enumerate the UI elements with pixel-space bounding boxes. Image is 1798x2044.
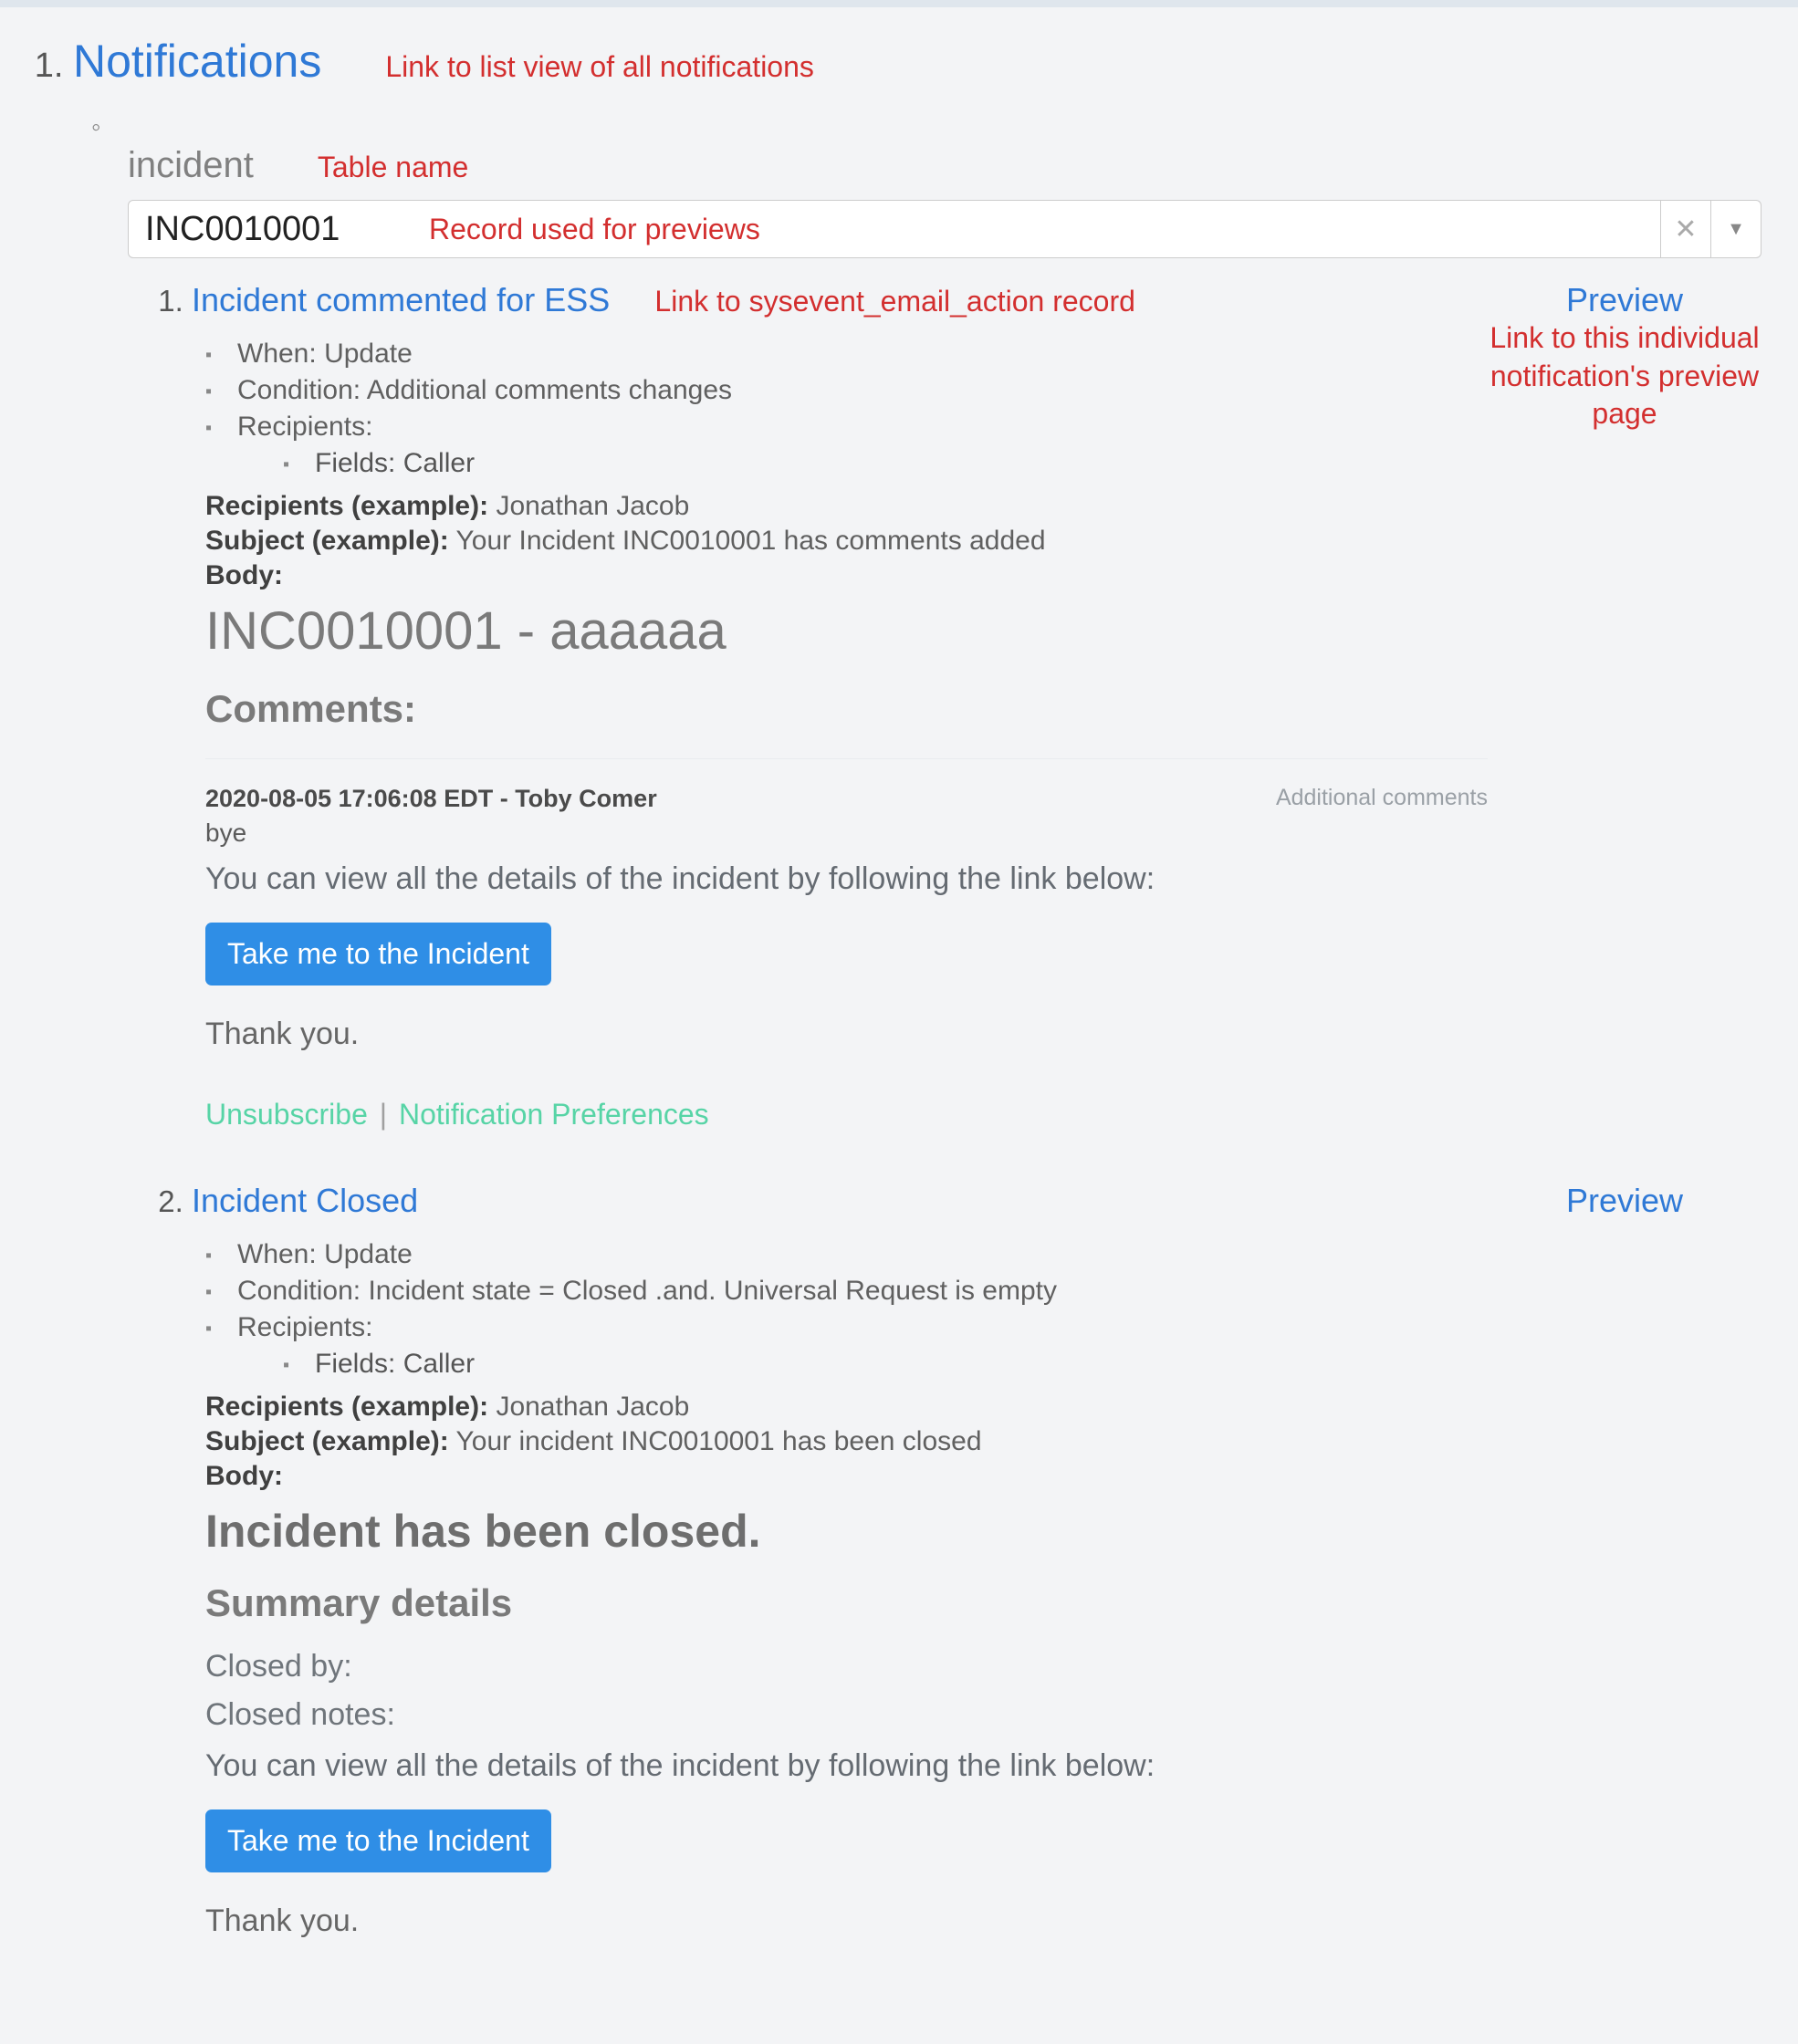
comment-type-tag: Additional comments <box>1276 785 1488 811</box>
unsubscribe-link[interactable]: Unsubscribe <box>205 1098 368 1131</box>
recipient-field: Fields: Caller <box>315 1349 1488 1380</box>
body-label: Body: <box>205 1461 1488 1492</box>
notifications-section: Notifications Link to list view of all n… <box>73 35 1761 1939</box>
recipients-row: Recipients: Fields: Caller <box>237 409 1488 487</box>
closed-by-label: Closed by: <box>205 1649 1488 1684</box>
window-top-border <box>0 0 1798 7</box>
condition-row: Condition: Additional comments changes <box>237 372 1488 409</box>
condition-row: Condition: Incident state = Closed .and.… <box>237 1273 1488 1309</box>
body-label: Body: <box>205 560 1488 591</box>
annotation-sysevent-link: Link to sysevent_email_action record <box>654 285 1135 318</box>
preview-link[interactable]: Preview <box>1488 1182 1761 1220</box>
closed-notes-label: Closed notes: <box>205 1697 1488 1733</box>
email-body-preview: INC0010001 - aaaaaa Comments: 2020-08-05… <box>205 600 1488 1132</box>
recipients-row: Recipients: Fields: Caller <box>237 1309 1488 1388</box>
notifications-list-link[interactable]: Notifications <box>73 35 321 88</box>
body-thankyou: Thank you. <box>205 1903 1488 1939</box>
body-heading: Incident has been closed. <box>205 1505 1488 1558</box>
close-icon: ✕ <box>1674 214 1697 245</box>
body-paragraph: You can view all the details of the inci… <box>205 859 1488 901</box>
email-body-preview: Incident has been closed. Summary detail… <box>205 1505 1488 1939</box>
annotation-table-name: Table name <box>318 151 468 184</box>
chevron-down-icon: ▼ <box>1727 219 1745 239</box>
record-picker-input[interactable] <box>128 200 1661 258</box>
body-thankyou: Thank you. <box>205 1017 1488 1052</box>
when-row: When: Update <box>237 336 1488 372</box>
record-dropdown-button[interactable]: ▼ <box>1711 200 1761 258</box>
notification-title-link[interactable]: Incident commented for ESS <box>192 281 610 318</box>
preview-link[interactable]: Preview <box>1488 281 1761 319</box>
recipients-example: Recipients (example): Jonathan Jacob <box>205 1392 1488 1423</box>
notification-preferences-link[interactable]: Notification Preferences <box>399 1098 709 1131</box>
notification-item: Incident Closed When: Update Condition: … <box>192 1182 1761 1939</box>
table-block: incident Table name Record used for prev… <box>128 106 1761 1939</box>
clear-record-button[interactable]: ✕ <box>1661 200 1711 258</box>
annotation-preview-link: Link to this individual notification's p… <box>1488 319 1761 433</box>
comment-body: bye <box>205 819 1488 848</box>
notification-item: Incident commented for ESS Link to sysev… <box>192 281 1761 1132</box>
subject-example: Subject (example): Your incident INC0010… <box>205 1426 1488 1457</box>
recipients-example: Recipients (example): Jonathan Jacob <box>205 491 1488 522</box>
body-subheading: Comments: <box>205 687 1488 731</box>
take-me-to-incident-button[interactable]: Take me to the Incident <box>205 923 551 986</box>
when-row: When: Update <box>237 1236 1488 1273</box>
body-heading: INC0010001 - aaaaaa <box>205 600 1488 662</box>
subject-example: Subject (example): Your Incident INC0010… <box>205 526 1488 557</box>
annotation-list-link: Link to list view of all notifications <box>385 50 814 84</box>
recipient-field: Fields: Caller <box>315 448 1488 479</box>
comment-meta: 2020-08-05 17:06:08 EDT - Toby Comer <box>205 785 657 813</box>
divider <box>205 758 1488 759</box>
notification-title-link[interactable]: Incident Closed <box>192 1182 418 1219</box>
body-paragraph: You can view all the details of the inci… <box>205 1746 1488 1788</box>
body-subheading: Summary details <box>205 1581 1488 1625</box>
table-name: incident <box>128 145 254 186</box>
link-separator: | <box>380 1098 387 1131</box>
take-me-to-incident-button[interactable]: Take me to the Incident <box>205 1809 551 1872</box>
